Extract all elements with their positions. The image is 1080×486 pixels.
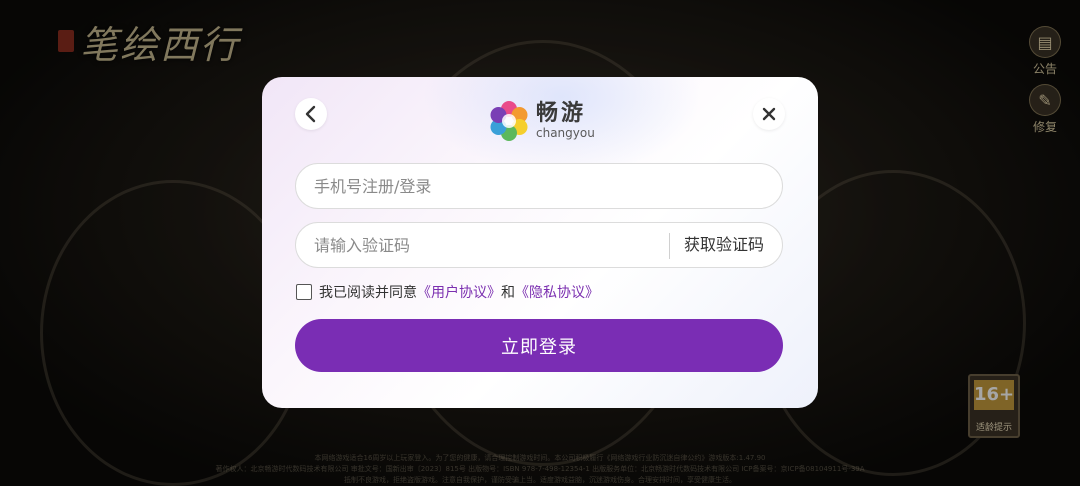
phone-field [295, 163, 783, 209]
brand-name-en: changyou [536, 126, 595, 140]
brand-logo: 畅游 changyou [488, 100, 595, 142]
privacy-policy-link[interactable]: 《隐私协议》 [515, 282, 599, 302]
close-button[interactable] [753, 98, 785, 130]
code-field: 获取验证码 [295, 222, 783, 268]
login-dialog: 畅游 changyou 获取验证码 我已阅读并同意 《用户协议》 和 《隐私协议… [262, 77, 818, 408]
user-agreement-link[interactable]: 《用户协议》 [417, 282, 501, 302]
agreement-checkbox[interactable] [296, 284, 312, 300]
field-divider [669, 233, 670, 259]
changyou-logo-icon [490, 101, 528, 141]
chevron-left-icon [305, 105, 316, 123]
verification-code-input[interactable] [296, 223, 662, 267]
close-icon [762, 107, 776, 121]
phone-input[interactable] [296, 164, 782, 208]
brand-name: 畅游 [536, 101, 587, 126]
back-button[interactable] [295, 98, 327, 130]
get-code-button[interactable]: 获取验证码 [684, 223, 764, 267]
agreement-prefix: 我已阅读并同意 [319, 285, 417, 301]
agreement-joiner: 和 [501, 285, 515, 301]
login-button[interactable]: 立即登录 [295, 319, 783, 372]
agreement-row: 我已阅读并同意 《用户协议》 和 《隐私协议》 [296, 282, 599, 302]
